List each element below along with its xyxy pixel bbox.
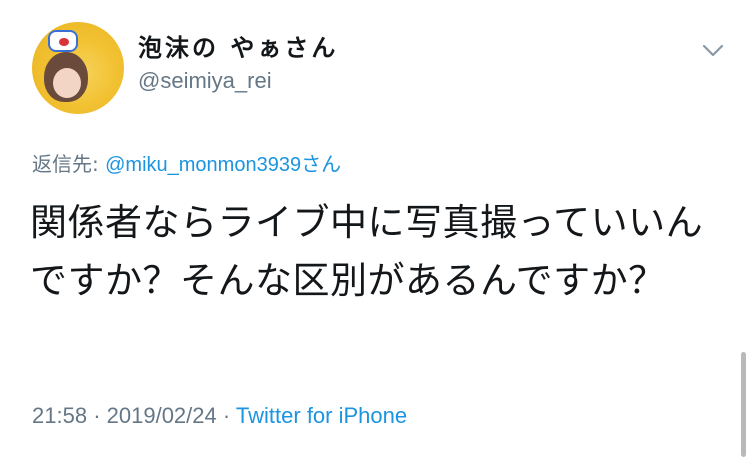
- reply-mention-link[interactable]: @miku_monmon3939さん: [105, 154, 341, 176]
- chevron-down-icon-svg: [702, 44, 724, 57]
- tweet-meta: 21:58 · 2019/02/24 · Twitter for iPhone: [32, 400, 407, 432]
- reply-mention-handle[interactable]: @miku_monmon3939: [105, 154, 301, 176]
- user-handle[interactable]: @seimiya_rei: [138, 66, 338, 96]
- tweet-card: 泡沫の やぁさん @seimiya_rei 返信先: @miku_monmon3…: [0, 0, 750, 457]
- reply-mention-suffix[interactable]: さん: [301, 154, 341, 176]
- reply-prefix: 返信先:: [32, 152, 99, 176]
- reply-to-line: 返信先: @miku_monmon3939さん: [32, 150, 341, 179]
- avatar-badge: [48, 30, 78, 52]
- avatar-face: [44, 52, 88, 102]
- meta-separator: ·: [222, 403, 231, 428]
- tweet-time[interactable]: 21:58: [32, 403, 87, 428]
- user-names[interactable]: 泡沫の やぁさん @seimiya_rei: [138, 32, 338, 96]
- meta-separator: ·: [93, 403, 101, 428]
- tweet-source-link[interactable]: Twitter for iPhone: [236, 403, 407, 428]
- scrollbar[interactable]: [741, 352, 746, 457]
- display-name[interactable]: 泡沫の やぁさん: [138, 32, 338, 64]
- chevron-down-icon[interactable]: [696, 34, 730, 68]
- tweet-header: 泡沫の やぁさん @seimiya_rei: [32, 22, 732, 114]
- tweet-date[interactable]: 2019/02/24: [107, 403, 217, 428]
- avatar[interactable]: [32, 22, 124, 114]
- tweet-text: 関係者ならライブ中に写真撮っていいんですか？そんな区別があるんですか？: [30, 201, 704, 302]
